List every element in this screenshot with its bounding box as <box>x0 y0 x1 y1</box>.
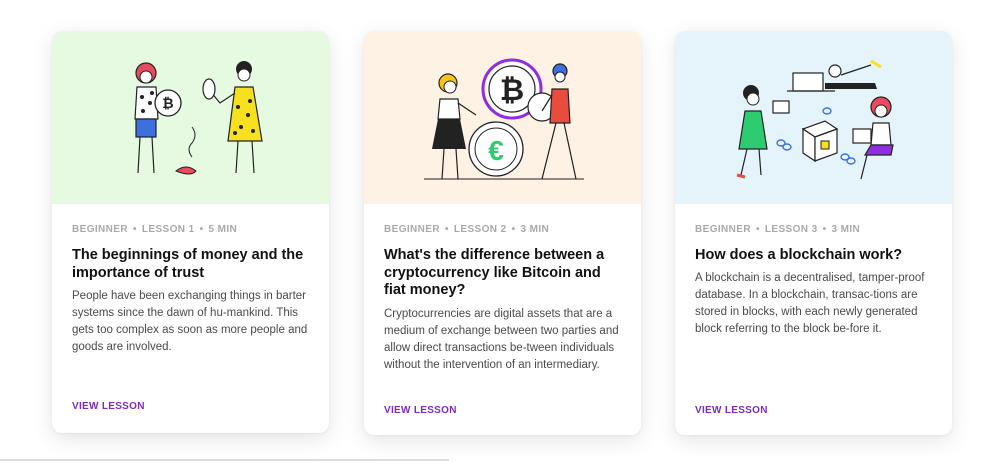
page-divider <box>0 459 449 461</box>
svg-text:₿: ₿ <box>500 74 524 107</box>
lesson-number: LESSON 2 <box>453 224 507 235</box>
lesson-number: LESSON 1 <box>141 224 195 235</box>
lesson-duration: 3 MIN <box>520 224 550 235</box>
lesson-description: A blockchain is a decentralised, tamper-… <box>695 272 925 335</box>
lesson-card-1[interactable]: ₿ BEGINNER • LESSON 1 • 5 MIN The beginnings… <box>52 31 329 433</box>
view-lesson-link[interactable]: VIEW LESSON <box>72 401 145 412</box>
lesson-meta: BEGINNER • LESSON 3 • 3 MIN <box>695 224 861 235</box>
coins-scene-image: ₿ € <box>424 58 584 180</box>
svg-text:₿: ₿ <box>162 95 173 111</box>
level-label: BEGINNER <box>695 224 751 235</box>
level-label: BEGINNER <box>384 224 440 235</box>
barter-scene-image: ₿ <box>134 61 263 175</box>
lesson-meta: BEGINNER • LESSON 2 • 3 MIN <box>384 224 550 235</box>
illustration-blockchain <box>675 31 952 204</box>
lesson-duration: 3 MIN <box>831 224 861 235</box>
level-label: BEGINNER <box>72 224 128 235</box>
blockchain-scene-image <box>736 59 894 180</box>
view-lesson-link[interactable]: VIEW LESSON <box>695 405 768 416</box>
illustration-barter: ₿ <box>52 31 329 204</box>
lesson-duration: 5 MIN <box>208 224 238 235</box>
lesson-card-2[interactable]: ₿ € BEGINNER • LESSON 2 • 3 MIN What's the d… <box>364 31 641 435</box>
lesson-number: LESSON 3 <box>764 224 818 235</box>
lesson-description: Cryptocurrencies are digital assets that… <box>384 308 619 371</box>
lesson-title[interactable]: How does a blockchain work? <box>695 247 934 265</box>
svg-text:€: € <box>488 135 504 166</box>
view-lesson-link[interactable]: VIEW LESSON <box>384 405 457 416</box>
lesson-meta: BEGINNER • LESSON 1 • 5 MIN <box>72 224 238 235</box>
lesson-card-3[interactable]: BEGINNER • LESSON 3 • 3 MIN How does a block… <box>675 31 952 435</box>
lesson-title[interactable]: What's the difference between a cryptocu… <box>384 247 623 300</box>
illustration-crypto-vs-fiat: ₿ € <box>364 31 641 204</box>
lesson-description: People have been exchanging things in ba… <box>72 290 308 353</box>
lesson-title[interactable]: The beginnings of money and the importan… <box>72 247 311 282</box>
